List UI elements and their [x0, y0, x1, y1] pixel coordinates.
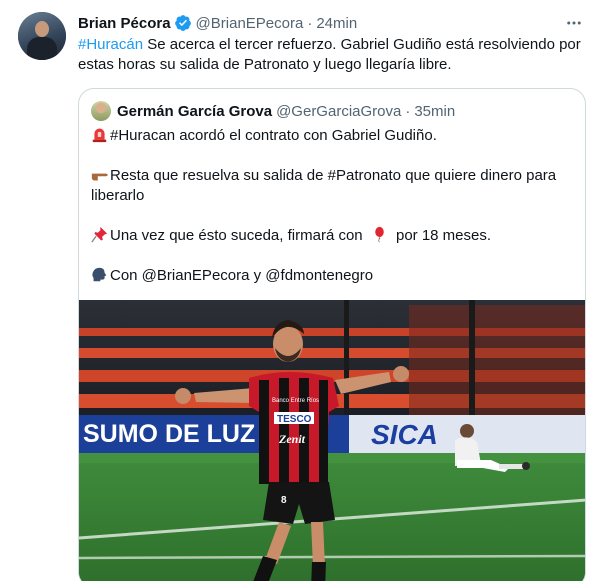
quote-line1: #Huracan acordó el contrato con Gabriel …: [110, 127, 437, 144]
pointing-hand-emoji-icon: [91, 173, 108, 181]
quoted-tweet[interactable]: Germán García Grova @GerGarciaGrova · 35…: [78, 88, 586, 581]
tweet[interactable]: Brian Pécora @BrianEPecora · 24min #Hura…: [0, 0, 606, 581]
tweet-header: Brian Pécora @BrianEPecora · 24min: [78, 13, 357, 33]
quote-line4b: por 18 meses.: [391, 227, 492, 244]
shirt-sponsor2-text: Zenit: [278, 432, 306, 446]
shirt-sponsor-text: TESCO: [277, 414, 312, 425]
separator-dot: ·: [405, 102, 411, 120]
more-options-icon[interactable]: [564, 13, 584, 33]
verified-badge-icon: [174, 15, 191, 31]
author-avatar[interactable]: [18, 12, 66, 60]
tweet-text-line1: Se acerca el tercer refuerzo. Gabriel Gu…: [143, 36, 581, 53]
quote-line5: Con @BrianEPecora y @fdmontenegro: [110, 267, 374, 284]
tweet-timestamp[interactable]: 24min: [316, 15, 357, 32]
banner-right-text: SICA: [371, 419, 438, 450]
author-handle[interactable]: @BrianEPecora: [196, 15, 304, 32]
pushpin-emoji-icon: [91, 226, 108, 243]
balloon-emoji-icon: [375, 226, 384, 243]
shirt-chest-text: Banco Entre Ríos: [272, 398, 319, 404]
tweet-text-line2: estas horas su salida de Patronato y lue…: [78, 56, 452, 73]
siren-emoji-icon: [92, 128, 107, 143]
football-player-celebration-photo: SUMO DE LUZ SICA Banco Entre Ríos TESCO …: [79, 300, 585, 581]
quote-line4a: Una vez que ésto suceda, firmará con: [110, 227, 367, 244]
banner-left-text: SUMO DE LUZ: [83, 420, 255, 448]
quoted-tweet-timestamp[interactable]: 35min: [414, 103, 455, 120]
tweet-text: #Huracán Se acerca el tercer refuerzo. G…: [78, 35, 588, 75]
quoted-tweet-header: Germán García Grova @GerGarciaGrova · 35…: [117, 101, 455, 121]
quoted-author-name[interactable]: Germán García Grova: [117, 103, 272, 120]
author-name[interactable]: Brian Pécora: [78, 15, 171, 32]
quoted-author-handle[interactable]: @GerGarciaGrova: [276, 103, 401, 120]
quote-line2: Resta que resuelva su salida de #Patrona…: [110, 167, 557, 184]
quote-line3: liberarlo: [91, 187, 145, 204]
attached-photo[interactable]: SUMO DE LUZ SICA Banco Entre Ríos TESCO …: [79, 300, 585, 581]
quoted-tweet-text: #Huracan acordó el contrato con Gabriel …: [91, 126, 575, 286]
speaking-head-emoji-icon: [92, 267, 107, 282]
hashtag-link[interactable]: #Huracán: [78, 36, 143, 53]
shorts-number-text: 8: [281, 495, 287, 506]
separator-dot: ·: [307, 14, 313, 32]
quoted-author-avatar[interactable]: [91, 101, 111, 121]
